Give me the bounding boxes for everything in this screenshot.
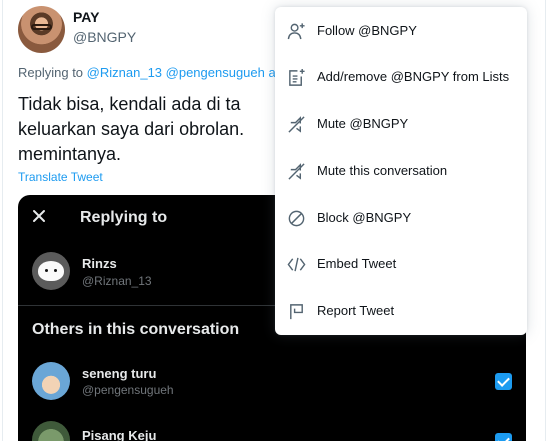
menu-item-mute-conversation[interactable]: Mute this conversation [275, 148, 527, 194]
replying-to-prefix: Replying to [18, 65, 84, 80]
menu-item-label: Embed Tweet [317, 256, 397, 271]
tweet-text-line: Tidak bisa, kendali ada di ta [18, 94, 241, 114]
menu-item-embed[interactable]: Embed Tweet [275, 241, 527, 287]
block-icon [288, 210, 305, 227]
tweet-text-line: keluarkan saya dari obrolan. [18, 119, 245, 139]
replying-to-mentions[interactable]: @Riznan_13 @pengensugueh ar [87, 65, 280, 80]
card-right-border [545, 0, 546, 441]
checkbox-checked [495, 373, 512, 390]
user-handle: @pengensugueh [82, 383, 174, 397]
tweet-text: Tidak bisa, kendali ada di ta keluarkan … [18, 92, 278, 167]
menu-item-label: Report Tweet [317, 303, 395, 318]
author-avatar[interactable] [18, 6, 65, 53]
menu-item-label: Follow @BNGPY [317, 23, 417, 38]
menu-item-label: Mute @BNGPY [317, 116, 409, 131]
tweet-text-line: memintanya. [18, 144, 122, 164]
close-icon [33, 210, 45, 222]
avatar-glasses-detail [31, 24, 52, 30]
primary-user-name: Rinzs [82, 256, 117, 271]
checkbox-checked [495, 433, 512, 441]
menu-item-report[interactable]: Report Tweet [275, 288, 527, 334]
list-add-icon [289, 68, 305, 86]
rinzs-avatar [32, 252, 70, 290]
mute-icon [288, 116, 305, 133]
report-flag-icon [290, 304, 303, 320]
translate-tweet-link[interactable]: Translate Tweet [18, 170, 103, 184]
card-left-border [2, 0, 3, 441]
mute-conversation-icon [288, 163, 305, 180]
follow-icon [287, 23, 305, 40]
replying-to-line: Replying to @Riznan_13 @pengensugueh ar [18, 65, 280, 80]
menu-item-label: Block @BNGPY [317, 210, 412, 225]
others-section-title: Others in this conversation [32, 321, 240, 338]
embed-icon [287, 257, 306, 272]
seneng-turu-avatar [32, 362, 70, 400]
user-name: seneng turu [82, 366, 157, 381]
menu-item-block[interactable]: Block @BNGPY [275, 195, 527, 241]
user-name: Pisang Keju [82, 428, 157, 441]
menu-item-mute-user[interactable]: Mute @BNGPY [275, 101, 527, 147]
primary-user-handle: @Riznan_13 [82, 274, 152, 288]
pisang-keju-avatar [32, 421, 70, 441]
author-handle[interactable]: @BNGPY [73, 29, 136, 45]
image-replying-title: Replying to [80, 209, 168, 226]
tweet-more-menu: Follow @BNGPY Add/remove @BNGPY from Lis… [275, 7, 527, 335]
menu-item-label: Mute this conversation [317, 163, 448, 178]
author-name[interactable]: PAY [73, 9, 99, 25]
menu-item-label: Add/remove @BNGPY from Lists [317, 69, 510, 84]
menu-item-follow[interactable]: Follow @BNGPY [275, 8, 527, 54]
menu-item-lists[interactable]: Add/remove @BNGPY from Lists [275, 54, 527, 100]
